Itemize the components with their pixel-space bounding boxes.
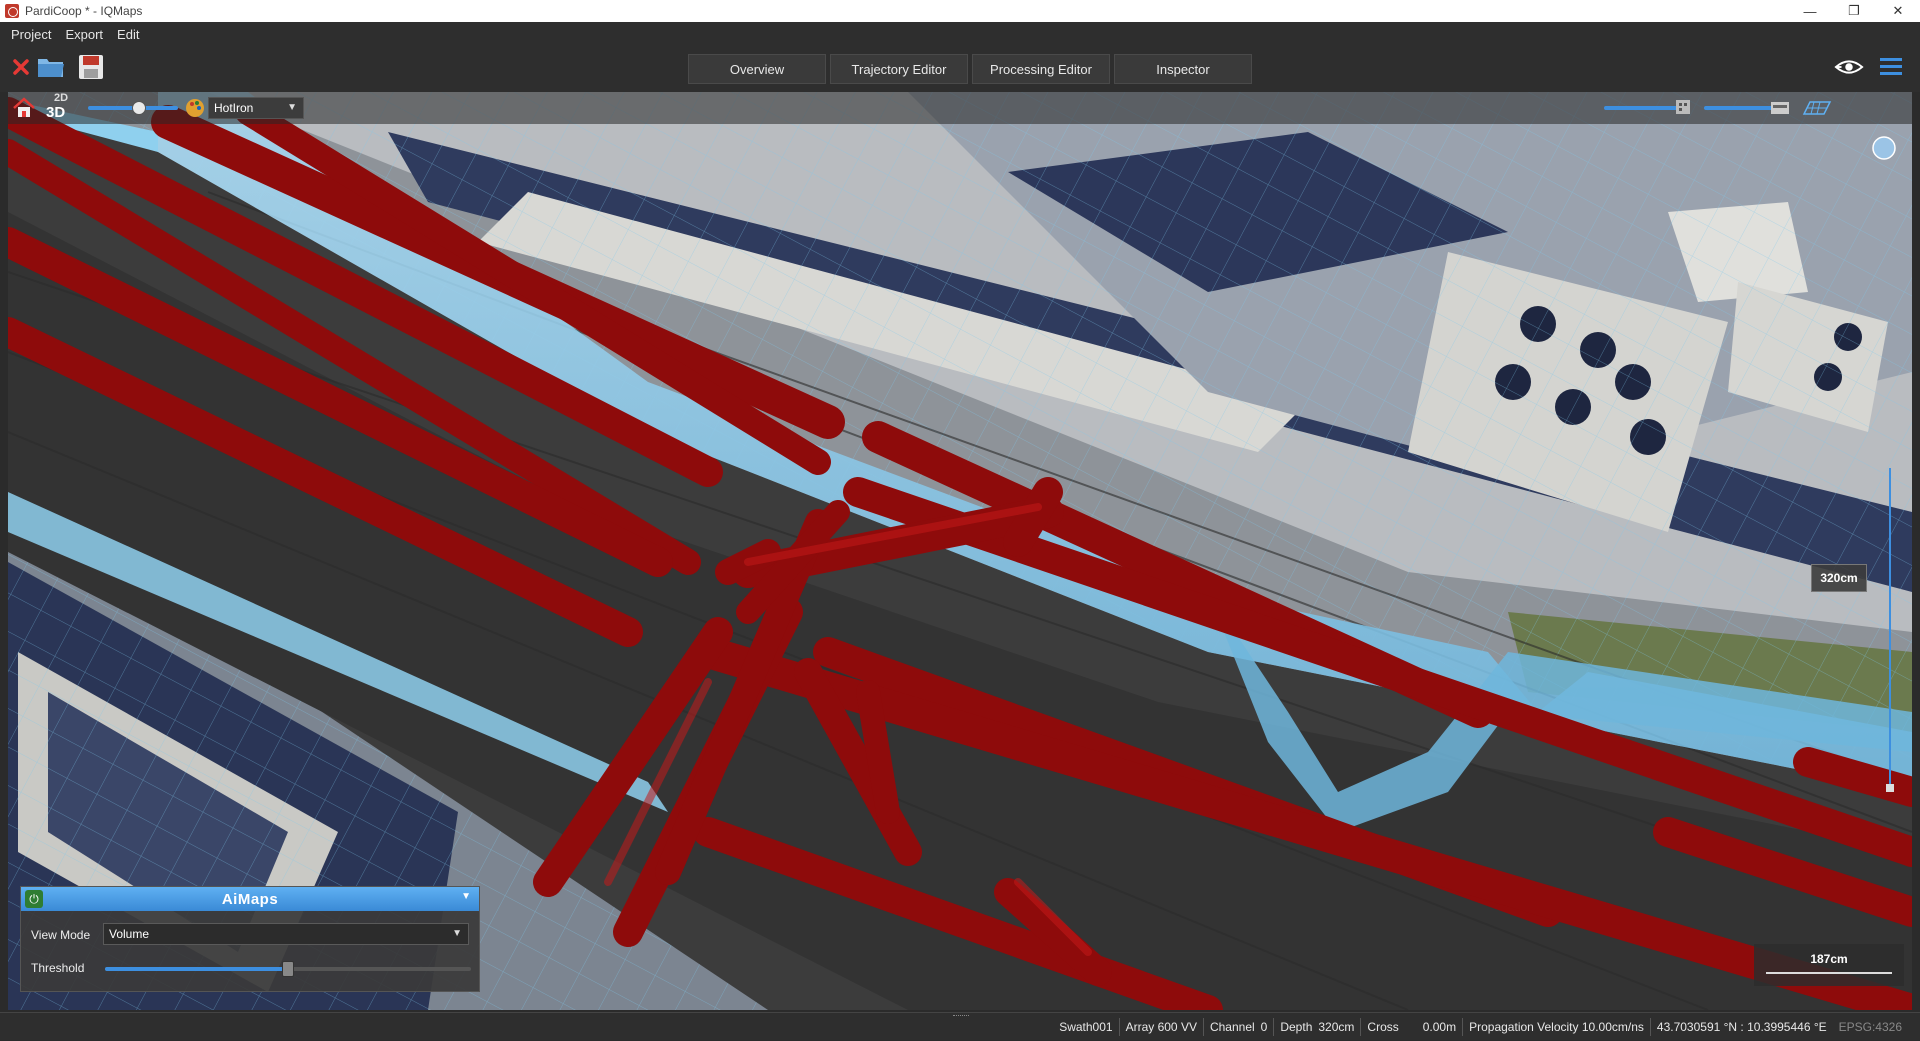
terrain-icon[interactable] (1770, 100, 1790, 116)
status-depth-label: Depth (1280, 1020, 1313, 1034)
aimaps-panel: ⏻ AiMaps ▼ View Mode Volume ▼ Threshold (20, 886, 480, 992)
palette-value: HotIron (214, 101, 254, 115)
menu-bar: Project Export Edit (0, 22, 1920, 46)
main-toolbar: Overview Trajectory Editor Processing Ed… (0, 46, 1920, 92)
tab-inspector[interactable]: Inspector (1114, 54, 1252, 84)
view-mode-value: Volume (109, 927, 150, 941)
window-title: PardiCoop * - IQMaps (25, 4, 143, 18)
threshold-slider[interactable] (105, 961, 471, 977)
menu-project[interactable]: Project (4, 27, 58, 42)
threshold-fill (105, 967, 288, 971)
chevron-down-icon[interactable]: ▼ (461, 891, 471, 902)
status-cross-label: Cross (1367, 1020, 1399, 1034)
right-slider-2[interactable] (1704, 106, 1778, 110)
chevron-down-icon: ▼ (287, 102, 297, 113)
building-icon[interactable] (1674, 98, 1692, 116)
view-mode-label: View Mode (31, 928, 91, 942)
status-epsg: EPSG:4326 (1838, 1020, 1902, 1034)
grid-plane-icon[interactable] (1802, 98, 1832, 118)
gpr-volume-scene (8, 92, 1912, 1010)
threshold-label: Threshold (31, 961, 85, 975)
threshold-knob[interactable] (282, 961, 294, 977)
status-items: Swath001 Array 600 VV Channel 0 Depth 32… (1053, 1013, 1908, 1041)
title-bar: PardiCoop * - IQMaps — ❐ ✕ (0, 0, 1920, 22)
palette-icon[interactable] (184, 97, 206, 119)
tab-overview[interactable]: Overview (688, 54, 826, 84)
status-depth-value: 320cm (1318, 1020, 1355, 1034)
view-mode-toggle[interactable]: 2D 3D (44, 92, 72, 124)
app-logo-icon (5, 4, 19, 18)
menu-edit[interactable]: Edit (110, 27, 146, 42)
3d-viewport[interactable]: 2D 3D HotIron ▼ 320cm 187cm (8, 92, 1912, 1010)
scale-label: 187cm (1810, 952, 1848, 966)
status-cross: Cross 0.00m (1360, 1018, 1462, 1036)
tab-trajectory-editor[interactable]: Trajectory Editor (830, 54, 968, 84)
opacity-slider-knob[interactable] (132, 101, 146, 115)
right-slider-1[interactable] (1604, 106, 1678, 110)
palette-select[interactable]: HotIron ▼ (208, 97, 304, 119)
scale-line (1766, 972, 1892, 974)
status-depth: Depth 320cm (1273, 1018, 1360, 1036)
depth-indicator: 320cm (1811, 564, 1867, 592)
home-icon[interactable] (12, 96, 36, 120)
status-bar: Swath001 Array 600 VV Channel 0 Depth 32… (0, 1012, 1920, 1040)
status-swath: Swath001 (1059, 1020, 1113, 1034)
viewport-toolbar: 2D 3D HotIron ▼ (8, 92, 1912, 124)
status-channel-label: Channel (1209, 1020, 1255, 1034)
status-channel-value: 0 (1260, 1020, 1268, 1034)
scale-bar: 187cm (1754, 944, 1904, 986)
aimaps-title: AiMaps (221, 890, 279, 908)
minimize-button[interactable]: — (1788, 0, 1832, 22)
save-icon[interactable] (76, 52, 106, 82)
view-mode-select[interactable]: Volume ▼ (103, 923, 469, 945)
workspace-tabs: Overview Trajectory Editor Processing Ed… (688, 54, 1252, 84)
status-coordinates: 43.7030591 °N : 10.3995446 °E (1649, 1018, 1833, 1036)
chevron-down-icon: ▼ (452, 928, 462, 939)
aimaps-header[interactable]: ⏻ AiMaps ▼ (21, 887, 479, 911)
close-project-icon[interactable] (6, 52, 36, 82)
mode-2d-label: 2D (54, 92, 69, 104)
close-window-button[interactable]: ✕ (1876, 0, 1920, 22)
status-velocity: Propagation Velocity 10.00cm/ns (1462, 1018, 1650, 1036)
tab-processing-editor[interactable]: Processing Editor (972, 54, 1110, 84)
restore-button[interactable]: ❐ (1832, 0, 1876, 22)
status-channel: Channel 0 (1202, 1018, 1273, 1036)
open-folder-icon[interactable] (36, 52, 66, 82)
window-controls: — ❐ ✕ (1788, 0, 1920, 22)
splitter-grip[interactable] (953, 1015, 969, 1019)
hamburger-menu-icon[interactable] (1876, 52, 1906, 82)
menu-export[interactable]: Export (58, 27, 110, 42)
status-cross-value: 0.00m (1422, 1020, 1457, 1034)
status-array: Array 600 VV (1118, 1018, 1203, 1036)
visibility-eye-icon[interactable] (1834, 52, 1864, 82)
compass-globe[interactable] (1872, 136, 1896, 160)
mode-3d-label: 3D (46, 104, 66, 121)
